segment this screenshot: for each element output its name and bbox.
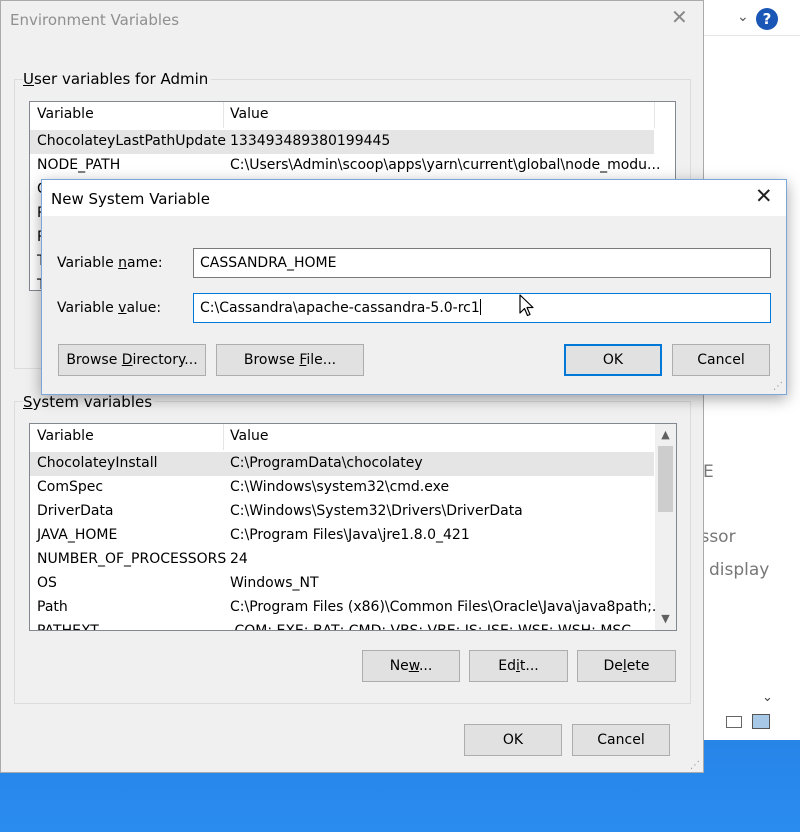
close-icon[interactable]: ✕ [671, 5, 688, 29]
dialog-title: New System Variable [51, 190, 210, 208]
variable-value: C:\Program Files (x86)\Common Files\Orac… [230, 599, 666, 615]
column-header-value[interactable]: Value [230, 428, 268, 444]
details-view-icon[interactable] [726, 716, 742, 728]
variable-value: C:\Windows\system32\cmd.exe [230, 479, 450, 495]
variable-value: C:\ProgramData\chocolatey [230, 455, 423, 471]
help-icon[interactable]: ? [756, 8, 778, 30]
close-icon[interactable]: ✕ [755, 184, 773, 208]
variable-value: C:\Program Files\Java\jre1.8.0_421 [230, 527, 470, 543]
table-row[interactable]: DriverData C:\Windows\System32\Drivers\D… [30, 500, 676, 524]
variable-value-label: Variable value: [57, 300, 162, 316]
new-button[interactable]: New... [362, 650, 460, 682]
ok-button[interactable]: OK [464, 724, 562, 756]
scroll-up-icon[interactable]: ▲ [655, 428, 676, 441]
table-row[interactable]: Path C:\Program Files (x86)\Common Files… [30, 596, 676, 620]
variable-name: DriverData [37, 503, 114, 519]
table-row[interactable]: PATHEXT .COM;.EXE;.BAT;.CMD;.VBS;.VBE;.J… [30, 620, 676, 631]
background-window-panel [700, 660, 800, 740]
table-row[interactable]: OS Windows_NT [30, 572, 676, 596]
variable-value: 24 [230, 551, 248, 567]
variable-value: C:\Users\Admin\scoop\apps\yarn\current\g… [230, 157, 661, 173]
dialog-cancel-button[interactable]: Cancel [672, 344, 770, 376]
variable-value: 133493489380199445 [230, 133, 391, 149]
edit-button[interactable]: Edit... [469, 650, 568, 682]
system-variables-list[interactable]: Variable Value ChocolateyInstall C:\Prog… [29, 423, 677, 631]
column-header-variable[interactable]: Variable [37, 106, 94, 122]
variable-value: C:\Windows\System32\Drivers\DriverData [230, 503, 523, 519]
variable-name-input[interactable]: CASSANDRA_HOME [193, 248, 771, 278]
variable-name: PATHEXT [37, 623, 99, 631]
scrollbar-thumb[interactable] [658, 446, 673, 512]
chevron-down-icon[interactable]: ⌄ [762, 690, 773, 705]
image-view-icon[interactable] [752, 714, 770, 729]
variable-name: ComSpec [37, 479, 104, 495]
table-row[interactable]: ChocolateyInstall C:\ProgramData\chocola… [30, 452, 654, 476]
vertical-scrollbar[interactable]: ▲ ▼ [655, 424, 676, 630]
new-system-variable-dialog: New System Variable ✕ Variable name: CAS… [41, 179, 787, 395]
browse-directory-button[interactable]: Browse Directory... [58, 344, 206, 376]
variable-value-input[interactable]: C:\Cassandra\apache-cassandra-5.0-rc1 [193, 293, 771, 323]
variable-value: .COM;.EXE;.BAT;.CMD;.VBS;.VBE;.JS;.JSE;.… [230, 623, 632, 631]
system-variables-label: System variables [23, 393, 156, 411]
background-text: E [703, 462, 714, 482]
dialog-ok-button[interactable]: OK [564, 344, 662, 376]
table-row[interactable]: ChocolateyLastPathUpdate 133493489380199… [30, 130, 654, 154]
table-row[interactable]: ComSpec C:\Windows\system32\cmd.exe [30, 476, 676, 500]
variable-name: JAVA_HOME [37, 527, 118, 543]
table-row[interactable]: JAVA_HOME C:\Program Files\Java\jre1.8.0… [30, 524, 676, 548]
cancel-button[interactable]: Cancel [572, 724, 670, 756]
variable-value: Windows_NT [230, 575, 319, 591]
background-text: display [709, 560, 770, 580]
scroll-down-icon[interactable]: ▼ [655, 612, 676, 625]
variable-name: NUMBER_OF_PROCESSORS [37, 551, 227, 567]
list-header: Variable Value [30, 102, 675, 128]
list-header: Variable Value [30, 424, 676, 450]
column-header-value[interactable]: Value [230, 106, 268, 122]
window-title: Environment Variables [10, 11, 180, 29]
table-row[interactable]: NODE_PATH C:\Users\Admin\scoop\apps\yarn… [30, 154, 675, 178]
table-row[interactable]: NUMBER_OF_PROCESSORS 24 [30, 548, 676, 572]
resize-grip-icon[interactable]: ⋰ [773, 382, 783, 392]
user-variables-label: User variables for Admin [23, 70, 212, 88]
chevron-down-icon[interactable]: ⌄ [737, 9, 749, 25]
variable-name-label: Variable name: [57, 255, 163, 271]
variable-name: Path [37, 599, 68, 615]
variable-name: NODE_PATH [37, 157, 121, 173]
delete-button[interactable]: Delete [577, 650, 676, 682]
column-header-variable[interactable]: Variable [37, 428, 94, 444]
variable-name: ChocolateyInstall [37, 455, 158, 471]
variable-name: OS [37, 575, 57, 591]
dialog-titlebar: New System Variable ✕ [42, 180, 786, 216]
browse-file-button[interactable]: Browse File... [216, 344, 364, 376]
mouse-cursor-icon [519, 294, 534, 317]
variable-name: ChocolateyLastPathUpdate [37, 133, 226, 149]
resize-grip-icon[interactable]: ⋰ [690, 761, 700, 771]
